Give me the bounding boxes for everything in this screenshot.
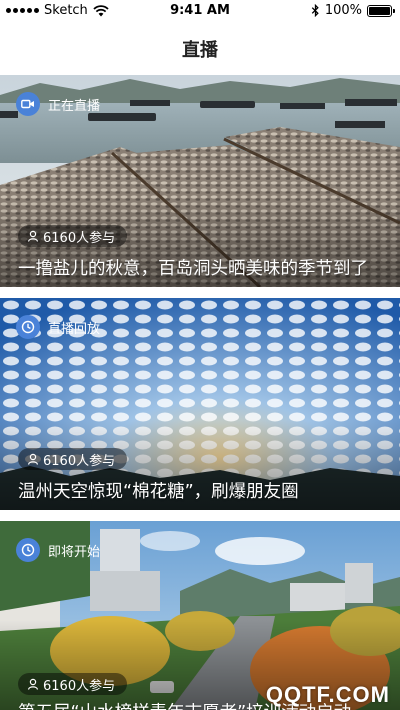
participants-count: 6160人参与 (43, 230, 116, 246)
participants-badge: 6160人参与 (18, 225, 128, 247)
card-status-label: 即将开始 (48, 544, 101, 560)
live-card-3[interactable]: 即将开始 6160人参与 第五届“山水榜样青年志愿者”培训活动启动 QQTF.C… (0, 521, 400, 710)
bluetooth-icon (311, 4, 319, 17)
clock-icon (16, 538, 40, 562)
watermark: QQTF.COM (265, 682, 390, 707)
participants-count: 6160人参与 (43, 453, 116, 469)
participants-badge: 6160人参与 (18, 673, 128, 695)
card-title[interactable]: 温州天空惊现“棉花糖”，刷爆朋友圈 (18, 478, 390, 503)
status-bar: Sketch 9:41 AM 100% (0, 0, 400, 22)
nav-bar: 直播 (0, 22, 400, 75)
card-status-label: 正在直播 (48, 98, 101, 114)
participants-badge: 6160人参与 (18, 448, 128, 470)
battery-icon (367, 4, 395, 17)
participants-count: 6160人参与 (43, 678, 116, 694)
live-card-1[interactable]: 正在直播 6160人参与 一撸盐儿的秋意，百岛洞头晒美味的季节到了 (0, 75, 400, 287)
person-icon (27, 678, 39, 690)
page-title: 直播 (182, 39, 218, 61)
battery-percent: 100% (324, 3, 362, 18)
replay-status-tag: 直播回放 (16, 315, 100, 339)
status-right: 100% (311, 3, 395, 18)
person-icon (27, 230, 39, 242)
video-camera-icon (16, 92, 40, 116)
card-status-label: 直播回放 (48, 321, 101, 337)
live-status-tag: 正在直播 (16, 92, 100, 116)
live-card-2[interactable]: 直播回放 6160人参与 温州天空惊现“棉花糖”，刷爆朋友圈 (0, 298, 400, 510)
upcoming-status-tag: 即将开始 (16, 538, 100, 562)
clock-icon (16, 315, 40, 339)
card-title[interactable]: 一撸盐儿的秋意，百岛洞头晒美味的季节到了 (18, 255, 390, 280)
person-icon (27, 453, 39, 465)
